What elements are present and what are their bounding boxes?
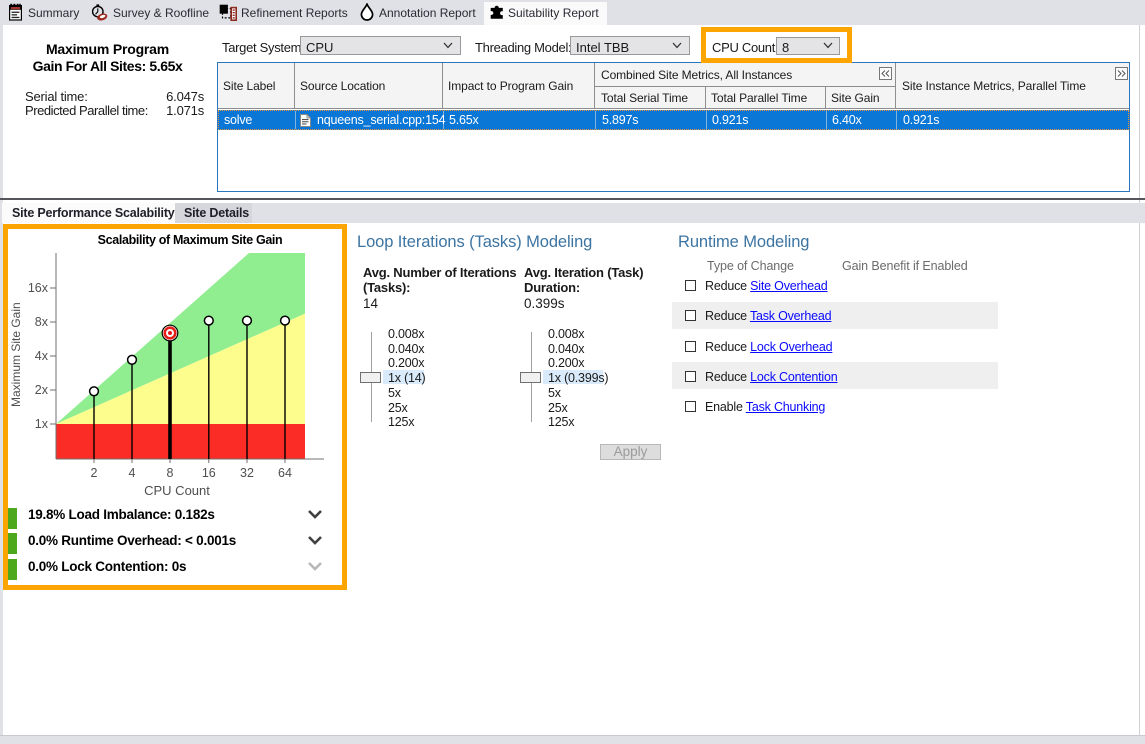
svg-text:2x: 2x bbox=[35, 383, 49, 397]
svg-text:32: 32 bbox=[240, 466, 254, 480]
svg-text:8x: 8x bbox=[35, 315, 49, 329]
svg-text:2: 2 bbox=[91, 466, 98, 480]
svg-text:8: 8 bbox=[167, 466, 174, 480]
svg-text:CPU Count: CPU Count bbox=[144, 483, 210, 498]
svg-text:4x: 4x bbox=[35, 349, 49, 363]
svg-text:1x: 1x bbox=[35, 417, 49, 431]
svg-text:16: 16 bbox=[202, 466, 216, 480]
svg-text:4: 4 bbox=[129, 466, 136, 480]
svg-text:16x: 16x bbox=[28, 281, 49, 295]
svg-text:64: 64 bbox=[278, 466, 292, 480]
